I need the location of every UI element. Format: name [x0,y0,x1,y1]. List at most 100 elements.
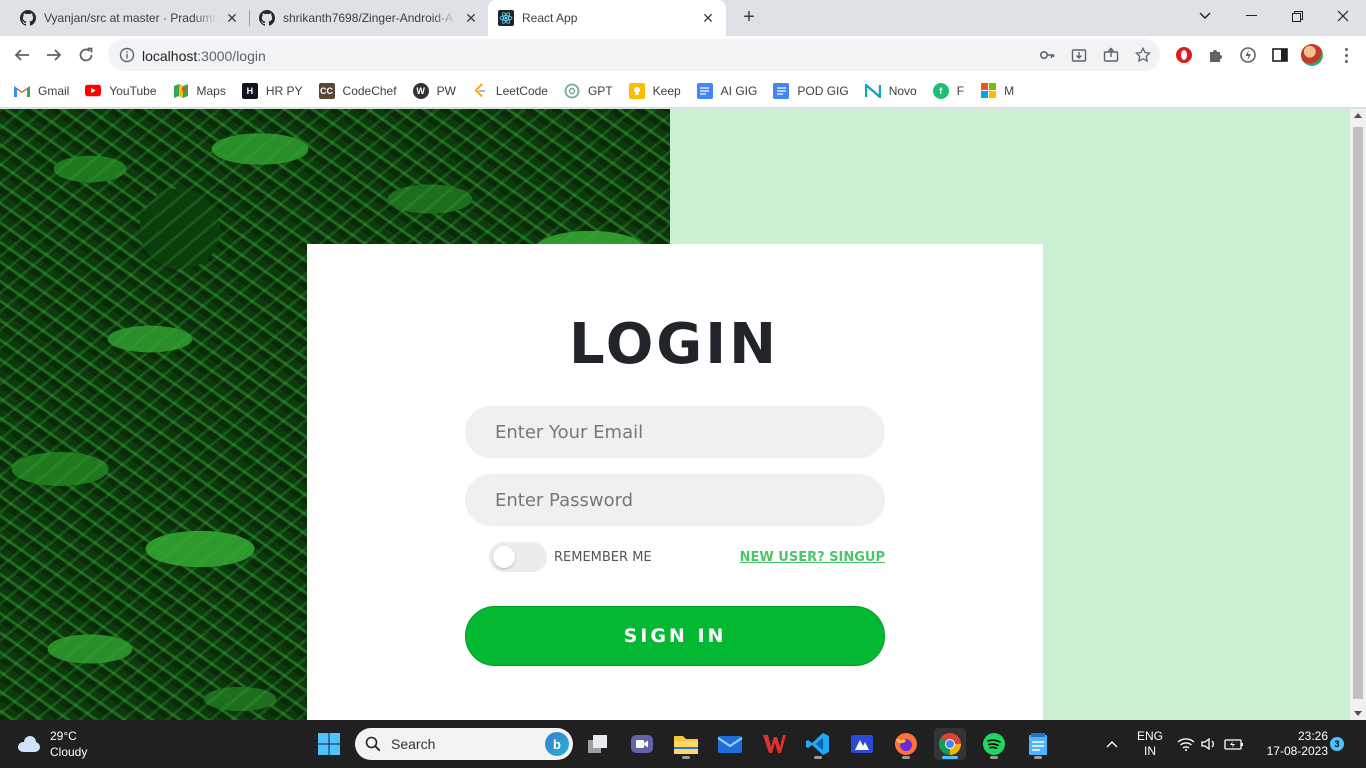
bookmark-leetcode[interactable]: LeetCode [472,82,548,99]
bookmark-m[interactable]: M [980,83,1014,99]
scroll-up-icon[interactable] [1354,113,1362,118]
back-button[interactable] [7,40,37,70]
task-view-button[interactable] [582,728,614,760]
tab-zinger[interactable]: shrikanth7698/Zinger-Android-A ✕ [251,0,487,36]
youtube-icon [85,83,102,99]
tab-separator [249,10,250,26]
star-icon[interactable] [1134,46,1152,64]
chrome-app[interactable] [934,728,966,760]
reload-button[interactable] [71,40,101,70]
clock-time: 23:26 [1297,729,1328,743]
bing-icon[interactable]: b [545,732,569,756]
windows-icon [318,733,340,755]
profile-avatar[interactable] [1301,44,1323,66]
bookmark-label: HR PY [265,83,303,98]
side-panel-icon[interactable] [1270,45,1290,65]
chevron-down-icon [1199,12,1211,19]
show-hidden-icons-button[interactable] [1096,728,1128,760]
leetcode-icon [472,82,488,99]
password-field[interactable] [465,474,885,526]
vscode-icon [806,733,829,755]
mail-icon [717,736,743,753]
signup-link[interactable]: NEW USER? SINGUP [740,550,885,565]
tab-vyanjan[interactable]: Vyanjan/src at master · Pradumn ✕ [12,0,248,36]
bookmark-codechef[interactable]: CC CodeChef [318,82,397,99]
bookmark-ai-gig[interactable]: AI GIG [696,82,758,99]
search-label: Search [391,736,436,752]
bookmark-youtube[interactable]: YouTube [85,83,157,99]
windows-taskbar: 29°C Cloudy Search b ENG IN 23:26 17-08-… [0,720,1366,768]
vscode-app[interactable] [802,728,834,760]
bookmark-keep[interactable]: Keep [628,82,681,99]
bookmark-maps[interactable]: Maps [173,83,226,99]
forward-button[interactable] [39,40,69,70]
battery-status[interactable] [1220,728,1248,760]
chevron-up-icon [1106,741,1118,748]
page-scrollbar[interactable] [1350,109,1366,720]
weather-temperature: 29°C [50,729,77,743]
notepad-app[interactable] [1022,728,1054,760]
cloud-icon [16,736,42,752]
bookmark-label: F [956,83,965,98]
react-icon [498,10,514,26]
taskbar-search[interactable]: Search b [355,728,573,760]
bookmark-label: Keep [652,83,681,98]
bookmark-pw[interactable]: W PW [412,82,456,99]
bookmark-novo[interactable]: Novo [864,83,917,99]
clock[interactable]: 23:26 17-08-2023 [1254,729,1328,759]
bookmark-gmail[interactable]: Gmail [14,83,69,99]
arrow-left-icon [14,49,29,61]
scroll-down-icon[interactable] [1354,711,1362,716]
teams-chat-app[interactable] [626,728,658,760]
tab-search-button[interactable] [1182,0,1228,32]
notification-badge[interactable]: 3 [1330,737,1344,751]
restore-button[interactable] [1274,0,1320,32]
weather-widget[interactable]: 29°C Cloudy [16,728,87,760]
url-path: :3000/login [197,48,266,64]
bookmark-f[interactable]: fF [932,82,965,99]
bookmark-label: Gmail [38,83,70,98]
language-indicator[interactable]: ENG IN [1132,729,1168,759]
close-window-button[interactable] [1320,0,1366,32]
bookmark-pod-gig[interactable]: POD GIG [773,82,849,99]
docs-icon [696,82,713,99]
puzzle-extensions-icon[interactable] [1206,45,1226,65]
site-info-icon[interactable] [119,47,135,68]
wps-office-app[interactable] [758,728,790,760]
language-region: IN [1144,744,1156,758]
new-tab-button[interactable]: + [737,6,761,30]
bookmark-label: AI GIG [720,83,758,98]
share-icon[interactable] [1102,46,1120,64]
tab-title: shrikanth7698/Zinger-Android-A [283,11,454,25]
firefox-app[interactable] [890,728,922,760]
spotify-app[interactable] [978,728,1010,760]
scrollbar-thumb[interactable] [1353,127,1363,699]
close-tab-icon[interactable]: ✕ [463,10,479,26]
remember-me-toggle[interactable] [489,542,547,572]
install-app-icon[interactable] [1070,46,1088,64]
wifi-icon [1177,738,1195,751]
sign-in-button[interactable]: SIGN IN [465,606,885,666]
bookmark-label: Novo [888,83,917,98]
browser-menu-button[interactable] [1336,45,1356,65]
key-icon[interactable] [1038,46,1056,64]
opera-extension-icon[interactable] [1174,45,1194,65]
mail-app[interactable] [714,728,746,760]
bookmark-gpt[interactable]: GPT [564,83,613,99]
performance-icon[interactable] [1238,45,1258,65]
tab-react-app[interactable]: React App ✕ [488,0,726,36]
codechef-icon: CC [318,82,335,99]
speaker-icon [1201,737,1214,751]
media-app[interactable] [846,728,878,760]
email-field[interactable] [465,406,885,458]
close-tab-icon[interactable]: ✕ [224,10,240,26]
tab-title: Vyanjan/src at master · Pradumn [44,11,218,25]
minimize-button[interactable] [1228,0,1274,32]
start-button[interactable] [313,728,345,760]
file-explorer-app[interactable] [670,728,702,760]
close-tab-icon[interactable]: ✕ [700,10,716,26]
clock-date: 17-08-2023 [1266,744,1328,758]
bookmark-hr-py[interactable]: H HR PY [241,82,303,99]
arrow-right-icon [47,49,62,61]
address-bar[interactable]: localhost:3000/login [108,39,1160,71]
